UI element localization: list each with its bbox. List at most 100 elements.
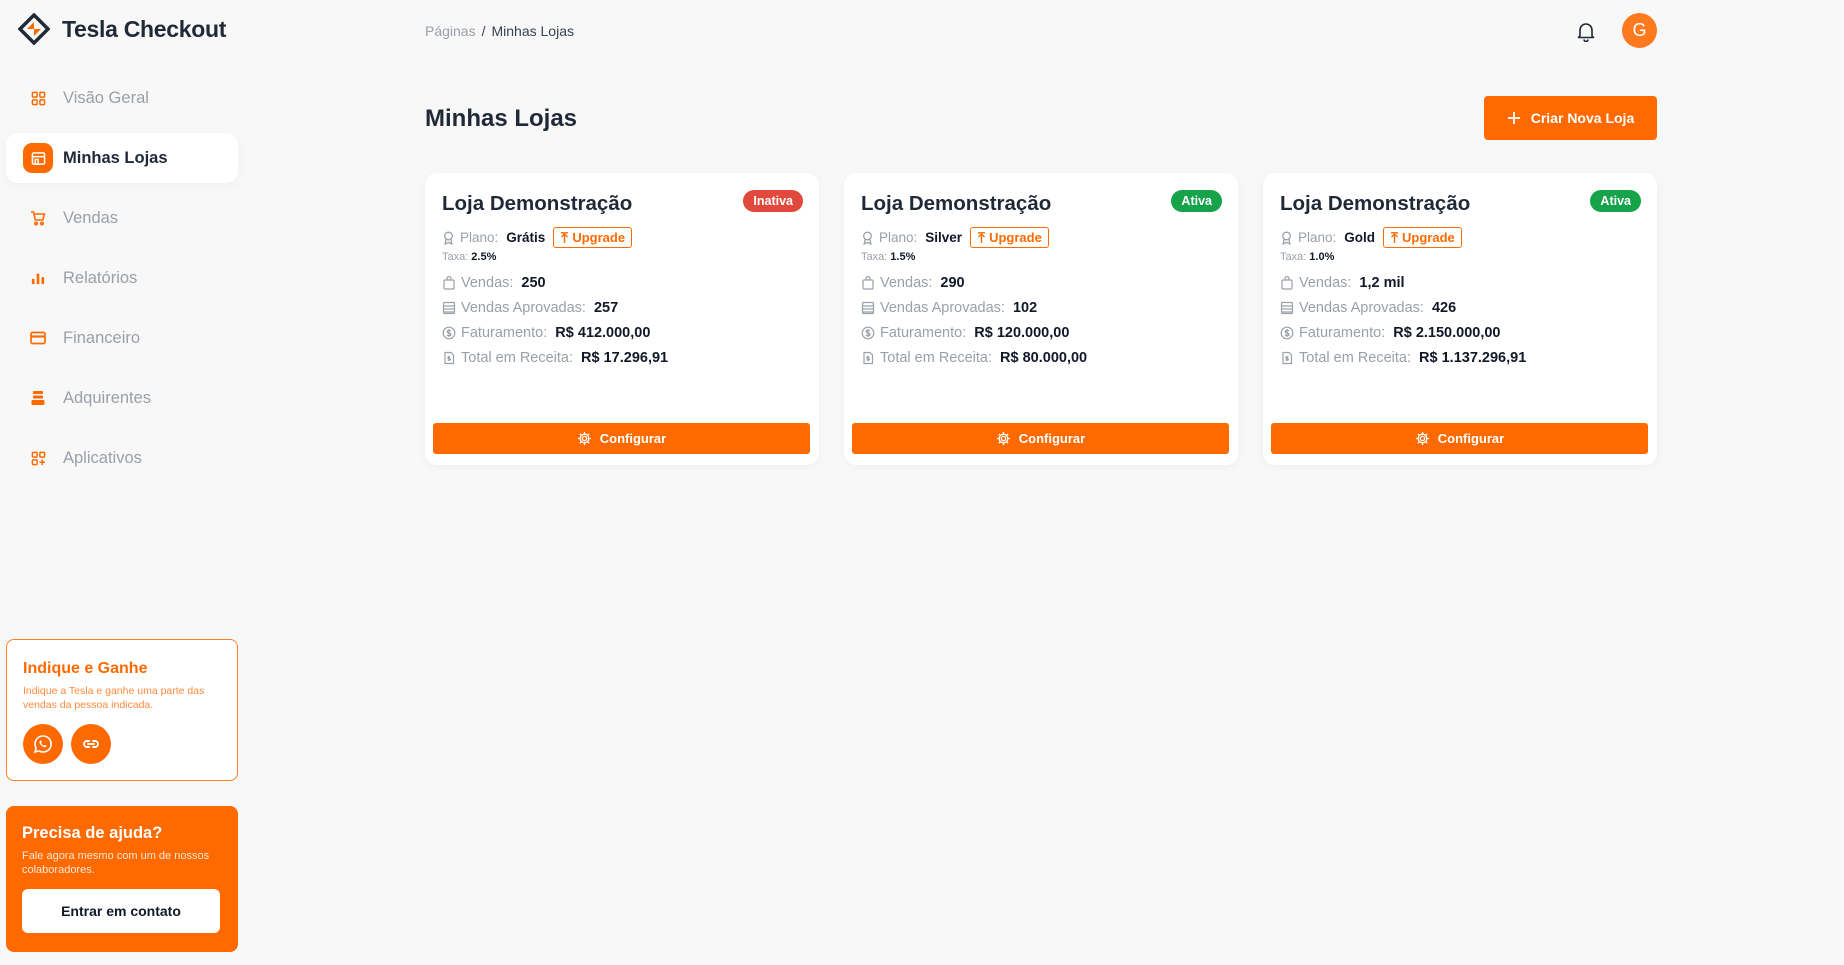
credit-card-icon [23, 323, 53, 353]
shopping-bag-icon [443, 276, 455, 290]
sidebar-item-relatorios[interactable]: Relatórios [6, 253, 238, 303]
contact-button[interactable]: Entrar em contato [22, 889, 220, 933]
sidebar-item-financeiro[interactable]: Financeiro [6, 313, 238, 363]
configure-button[interactable]: Configurar [433, 423, 810, 454]
total-value: R$ 17.296,91 [581, 350, 669, 366]
store-icon [23, 143, 53, 173]
referral-card: Indique e Ganhe Indique a Tesla e ganhe … [6, 639, 238, 781]
tax-label: Taxa: [442, 251, 469, 263]
configure-button[interactable]: Configurar [852, 423, 1229, 454]
tax-row: Taxa: 2.5% [442, 251, 496, 263]
revenue-stat: Faturamento: R$ 2.150.000,00 [1280, 325, 1500, 341]
tax-row: Taxa: 1.0% [1280, 251, 1334, 263]
award-icon [444, 231, 453, 245]
sidebar-item-label: Minhas Lojas [63, 148, 168, 167]
approved-stat: Vendas Aprovadas: 257 [442, 300, 618, 316]
arrow-up-icon [1391, 231, 1399, 243]
status-badge: Inativa [743, 190, 803, 212]
avatar[interactable]: G [1622, 13, 1657, 48]
plus-icon [1507, 112, 1520, 124]
breadcrumb: Páginas / Minhas Lojas [425, 23, 574, 39]
whatsapp-icon [33, 735, 52, 754]
tax-row: Taxa: 1.5% [861, 251, 915, 263]
revenue-stat: Faturamento: R$ 120.000,00 [861, 325, 1069, 341]
approved-stat: Vendas Aprovadas: 426 [1280, 300, 1456, 316]
approved-label: Vendas Aprovadas: [880, 300, 1005, 316]
sidebar-item-label: Financeiro [63, 328, 141, 347]
sidebar-item-aplicativos[interactable]: Aplicativos [6, 433, 238, 483]
sales-value: 290 [940, 275, 965, 291]
whatsapp-share-button[interactable] [23, 724, 63, 764]
help-card: Precisa de ajuda? Fale agora mesmo com u… [6, 806, 238, 952]
sales-label: Vendas: [1299, 275, 1352, 291]
revenue-label: Faturamento: [461, 325, 548, 341]
store-name: Loja Demonstração [442, 192, 633, 215]
total-stat: Total em Receita: R$ 17.296,91 [442, 350, 668, 366]
configure-button[interactable]: Configurar [1271, 423, 1648, 454]
sidebar-item-visao-geral[interactable]: Visão Geral [6, 73, 238, 123]
breadcrumb-current: Minhas Lojas [491, 23, 574, 39]
receipt-icon [1282, 351, 1293, 365]
bar-chart-icon [23, 263, 53, 293]
upgrade-button[interactable]: Upgrade [970, 227, 1049, 248]
revenue-stat: Faturamento: R$ 412.000,00 [442, 325, 650, 341]
upgrade-button[interactable]: Upgrade [553, 227, 633, 248]
gear-icon [1415, 431, 1429, 446]
upgrade-label: Upgrade [989, 230, 1042, 245]
upgrade-button[interactable]: Upgrade [1383, 227, 1462, 248]
arrow-up-icon [978, 231, 986, 243]
help-text: Fale agora mesmo com um de nossos colabo… [22, 850, 210, 876]
sidebar: Tesla Checkout Visão Geral Minhas Lojas … [0, 0, 245, 965]
plan-name: Gold [1344, 230, 1376, 245]
sidebar-item-label: Vendas [63, 208, 119, 227]
sidebar-item-vendas[interactable]: Vendas [6, 193, 238, 243]
grid-icon [23, 83, 53, 113]
apps-icon [23, 443, 53, 473]
plan-label: Plano: [879, 230, 918, 245]
cart-icon [23, 203, 53, 233]
sales-stat: Vendas: 290 [861, 275, 965, 291]
store-name: Loja Demonstração [861, 192, 1052, 215]
revenue-value: R$ 412.000,00 [555, 325, 651, 341]
sales-value: 250 [521, 275, 546, 291]
create-store-label: Criar Nova Loja [1530, 110, 1635, 126]
sidebar-nav: Visão Geral Minhas Lojas Vendas Relatóri… [6, 73, 238, 493]
upgrade-label: Upgrade [572, 230, 626, 245]
plan-label: Plano: [460, 230, 499, 245]
link-icon [83, 740, 99, 748]
total-label: Total em Receita: [1299, 350, 1412, 366]
sidebar-item-adquirentes[interactable]: Adquirentes [6, 373, 238, 423]
list-icon [1280, 301, 1294, 315]
sales-label: Vendas: [461, 275, 514, 291]
status-badge: Ativa [1590, 190, 1641, 212]
brand[interactable]: Tesla Checkout [18, 13, 226, 45]
receipt-icon [444, 351, 455, 365]
copy-link-button[interactable] [71, 724, 111, 764]
gear-icon [577, 431, 591, 446]
total-stat: Total em Receita: R$ 80.000,00 [861, 350, 1087, 366]
notification-bell-icon[interactable] [1575, 20, 1597, 42]
approved-label: Vendas Aprovadas: [461, 300, 586, 316]
revenue-value: R$ 120.000,00 [974, 325, 1070, 341]
approved-value: 102 [1012, 300, 1038, 316]
brand-name: Tesla Checkout [62, 15, 227, 42]
total-label: Total em Receita: [461, 350, 574, 366]
revenue-value: R$ 2.150.000,00 [1393, 325, 1501, 341]
sidebar-item-label: Visão Geral [63, 88, 149, 107]
shopping-bag-icon [862, 276, 874, 290]
breadcrumb-root[interactable]: Páginas [425, 23, 476, 39]
approved-stat: Vendas Aprovadas: 102 [861, 300, 1037, 316]
award-icon [1282, 231, 1291, 245]
store-name: Loja Demonstração [1280, 192, 1471, 215]
create-store-button[interactable]: Criar Nova Loja [1484, 96, 1657, 140]
plan-label: Plano: [1298, 230, 1337, 245]
tesla-checkout-logo-icon [18, 13, 50, 45]
approved-value: 257 [593, 300, 619, 316]
approved-label: Vendas Aprovadas: [1299, 300, 1424, 316]
sales-label: Vendas: [880, 275, 933, 291]
total-value: R$ 1.137.296,91 [1419, 350, 1527, 366]
tax-label: Taxa: [861, 251, 888, 263]
sales-stat: Vendas: 1,2 mil [1280, 275, 1405, 291]
sales-stat: Vendas: 250 [442, 275, 546, 291]
sidebar-item-minhas-lojas[interactable]: Minhas Lojas [6, 133, 238, 183]
